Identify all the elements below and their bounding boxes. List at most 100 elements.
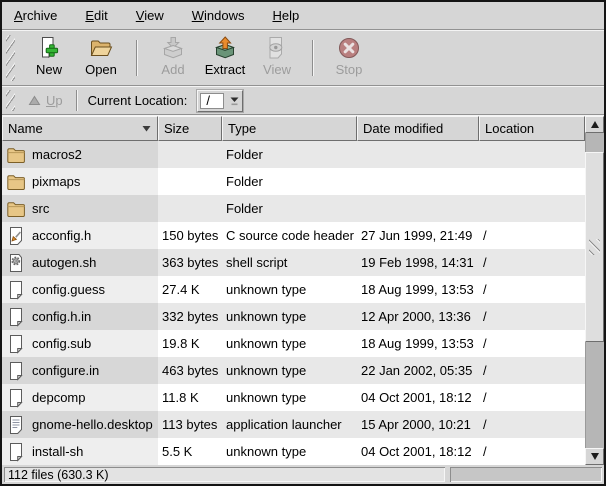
arrow-up-icon xyxy=(591,121,599,128)
file-row-configure.in[interactable]: configure.in463 bytesunknown type22 Jan … xyxy=(2,357,585,384)
location-text: / xyxy=(483,255,487,270)
type-text: unknown type xyxy=(226,444,306,459)
file-name: config.h.in xyxy=(32,309,91,324)
open-button[interactable]: Open xyxy=(76,34,126,82)
type-cell: C source code header xyxy=(222,222,357,249)
name-cell: install-sh xyxy=(2,438,158,465)
up-button[interactable]: Up xyxy=(23,91,68,110)
file-name: macros2 xyxy=(32,147,82,162)
menu-item-help[interactable]: Help xyxy=(262,4,309,27)
menu-item-edit[interactable]: Edit xyxy=(75,4,117,27)
type-cell: unknown type xyxy=(222,384,357,411)
scrollbar-thumb[interactable] xyxy=(585,152,604,342)
combo-dropdown-icon[interactable] xyxy=(226,91,242,111)
header-file-icon xyxy=(6,226,26,246)
date-cell: 15 Apr 2000, 10:21 xyxy=(357,411,479,438)
file-row-autogen.sh[interactable]: autogen.sh363 bytesshell script19 Feb 19… xyxy=(2,249,585,276)
file-row-gnome-hello.desktop[interactable]: gnome-hello.desktop113 bytesapplication … xyxy=(2,411,585,438)
progress-panel xyxy=(450,467,602,482)
location-cell xyxy=(479,168,585,195)
file-row-depcomp[interactable]: depcomp11.8 Kunknown type04 Oct 2001, 18… xyxy=(2,384,585,411)
size-text: 11.8 K xyxy=(162,390,199,405)
type-text: Folder xyxy=(226,201,263,216)
file-row-src[interactable]: src Folder xyxy=(2,195,585,222)
location-bar: Up Current Location: / xyxy=(2,87,604,114)
file-name: configure.in xyxy=(32,363,99,378)
menu-item-archive[interactable]: Archive xyxy=(4,4,67,27)
folder-icon xyxy=(6,172,26,192)
name-cell: config.guess xyxy=(2,276,158,303)
column-header-size[interactable]: Size xyxy=(158,116,222,141)
menu-item-windows[interactable]: Windows xyxy=(182,4,255,27)
location-text: / xyxy=(483,390,487,405)
column-headers: NameSize Type Date modifiedLocation xyxy=(2,116,585,141)
document-icon xyxy=(6,361,26,381)
location-combobox[interactable]: / xyxy=(197,90,243,112)
column-header-location[interactable]: Location xyxy=(479,116,585,141)
file-name: src xyxy=(32,201,49,216)
scroll-down-button[interactable] xyxy=(585,448,604,465)
toolbar-separator xyxy=(136,40,138,76)
type-text: unknown type xyxy=(226,336,306,351)
add-button[interactable]: Add xyxy=(148,34,198,82)
file-row-macros2[interactable]: macros2 Folder xyxy=(2,141,585,168)
scroll-up-button[interactable] xyxy=(585,116,604,133)
size-cell: 113 bytes xyxy=(158,411,222,438)
size-text: 463 bytes xyxy=(162,363,218,378)
view-button[interactable]: View xyxy=(252,34,302,82)
type-cell: unknown type xyxy=(222,438,357,465)
file-row-acconfig.h[interactable]: acconfig.h150 bytesC source code header2… xyxy=(2,222,585,249)
open-icon xyxy=(88,35,114,61)
name-cell: configure.in xyxy=(2,357,158,384)
name-cell: macros2 xyxy=(2,141,158,168)
size-cell: 150 bytes xyxy=(158,222,222,249)
size-cell: 19.8 K xyxy=(158,330,222,357)
date-text: 19 Feb 1998, 14:31 xyxy=(361,255,474,270)
column-header-date-modified[interactable]: Date modified xyxy=(357,116,479,141)
toolbar-drag-handle[interactable] xyxy=(6,35,15,81)
type-cell: unknown type xyxy=(222,330,357,357)
arrow-down-icon xyxy=(591,453,599,460)
type-cell: application launcher xyxy=(222,411,357,438)
type-cell: Folder xyxy=(222,141,357,168)
toolbar-button-label: Add xyxy=(161,62,184,77)
stop-button[interactable]: Stop xyxy=(324,34,374,82)
date-cell: 22 Jan 2002, 05:35 xyxy=(357,357,479,384)
size-cell xyxy=(158,141,222,168)
column-header-name[interactable]: Name xyxy=(2,116,158,141)
file-row-config.h.in[interactable]: config.h.in332 bytesunknown type12 Apr 2… xyxy=(2,303,585,330)
size-text: 27.4 K xyxy=(162,282,200,297)
type-cell: unknown type xyxy=(222,303,357,330)
location-cell: / xyxy=(479,276,585,303)
type-text: application launcher xyxy=(226,417,342,432)
location-text: / xyxy=(483,309,487,324)
date-text: 27 Jun 1999, 21:49 xyxy=(361,228,472,243)
menu-item-view[interactable]: View xyxy=(126,4,174,27)
add-icon xyxy=(160,35,186,61)
name-cell: config.h.in xyxy=(2,303,158,330)
archive-manager-window: Archive Edit View Windows Help NewOpen Add Ext… xyxy=(0,0,606,486)
size-cell: 463 bytes xyxy=(158,357,222,384)
location-text: / xyxy=(483,336,487,351)
type-text: Folder xyxy=(226,147,263,162)
column-header-type[interactable]: Type xyxy=(222,116,357,141)
file-name: autogen.sh xyxy=(32,255,96,270)
file-row-config.sub[interactable]: config.sub19.8 Kunknown type18 Aug 1999,… xyxy=(2,330,585,357)
file-row-pixmaps[interactable]: pixmapsFolder xyxy=(2,168,585,195)
date-text: 15 Apr 2000, 10:21 xyxy=(361,417,471,432)
size-text: 363 bytes xyxy=(162,255,218,270)
location-cell xyxy=(479,195,585,222)
location-cell: / xyxy=(479,249,585,276)
file-row-config.guess[interactable]: config.guess27.4 Kunknown type18 Aug 199… xyxy=(2,276,585,303)
location-text: / xyxy=(483,444,487,459)
toolbar: NewOpen Add ExtractView Stop xyxy=(2,31,604,85)
file-name: config.sub xyxy=(32,336,91,351)
location-cell xyxy=(479,141,585,168)
new-button[interactable]: New xyxy=(24,34,74,82)
date-text: 18 Aug 1999, 13:53 xyxy=(361,282,474,297)
column-header-label: Type xyxy=(228,121,256,136)
extract-button[interactable]: Extract xyxy=(200,34,250,82)
scrollbar-trough[interactable] xyxy=(585,133,604,448)
file-row-install-sh[interactable]: install-sh5.5 Kunknown type04 Oct 2001, … xyxy=(2,438,585,465)
location-bar-drag-handle[interactable] xyxy=(6,90,15,111)
